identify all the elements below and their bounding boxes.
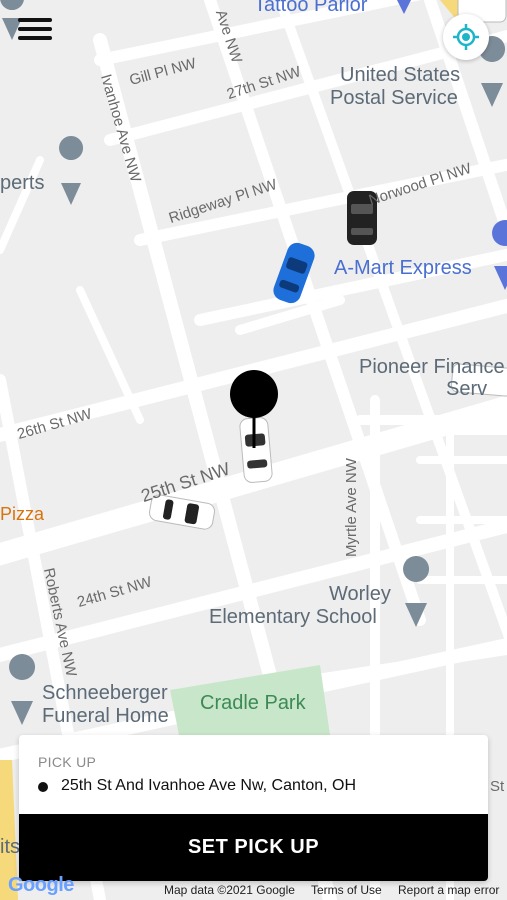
pickup-card: PICK UP 25th St And Ivanhoe Ave Nw, Cant… [19, 735, 488, 881]
place-label-pioneer-1: Pioneer Finance [359, 356, 505, 378]
crosshair-locate-icon [453, 24, 479, 50]
pickup-address[interactable]: 25th St And Ivanhoe Ave Nw, Canton, OH [61, 777, 356, 795]
street-label-myrtle: Myrtle Ave NW [343, 458, 360, 557]
place-label-worley-1: Worley [329, 583, 391, 605]
set-pickup-button[interactable]: SET PICK UP [19, 814, 488, 881]
terms-of-use-link[interactable]: Terms of Use [311, 883, 382, 897]
place-label-worley-2: Elementary School [209, 606, 377, 628]
pickup-label: PICK UP [38, 754, 97, 770]
place-label-cradle-park: Cradle Park [200, 692, 306, 714]
place-label-amart: A-Mart Express [334, 257, 472, 279]
place-label-pioneer-2: Serv [446, 378, 488, 400]
google-logo: Google [8, 874, 74, 896]
street-label-st-right: St [490, 778, 505, 795]
place-label-schneeberger-1: Schneeberger [42, 682, 168, 704]
pickup-dot-icon [38, 782, 48, 792]
place-label-tattoo: Tattoo Parlor [254, 0, 368, 16]
hamburger-menu-icon [18, 18, 52, 22]
place-label-schneeberger-2: Funeral Home [42, 705, 169, 727]
place-label-its: its [0, 836, 20, 858]
hamburger-menu-button[interactable] [18, 18, 52, 44]
place-label-pizza: Pizza [0, 504, 45, 524]
place-label-usps-2: Postal Service [330, 87, 458, 109]
place-label-experts: perts [0, 172, 45, 194]
map-data-attribution: Map data ©2021 Google [164, 883, 295, 897]
locate-me-button[interactable] [443, 14, 489, 60]
report-map-error-link[interactable]: Report a map error [398, 883, 499, 897]
place-label-usps-1: United States [340, 64, 461, 86]
